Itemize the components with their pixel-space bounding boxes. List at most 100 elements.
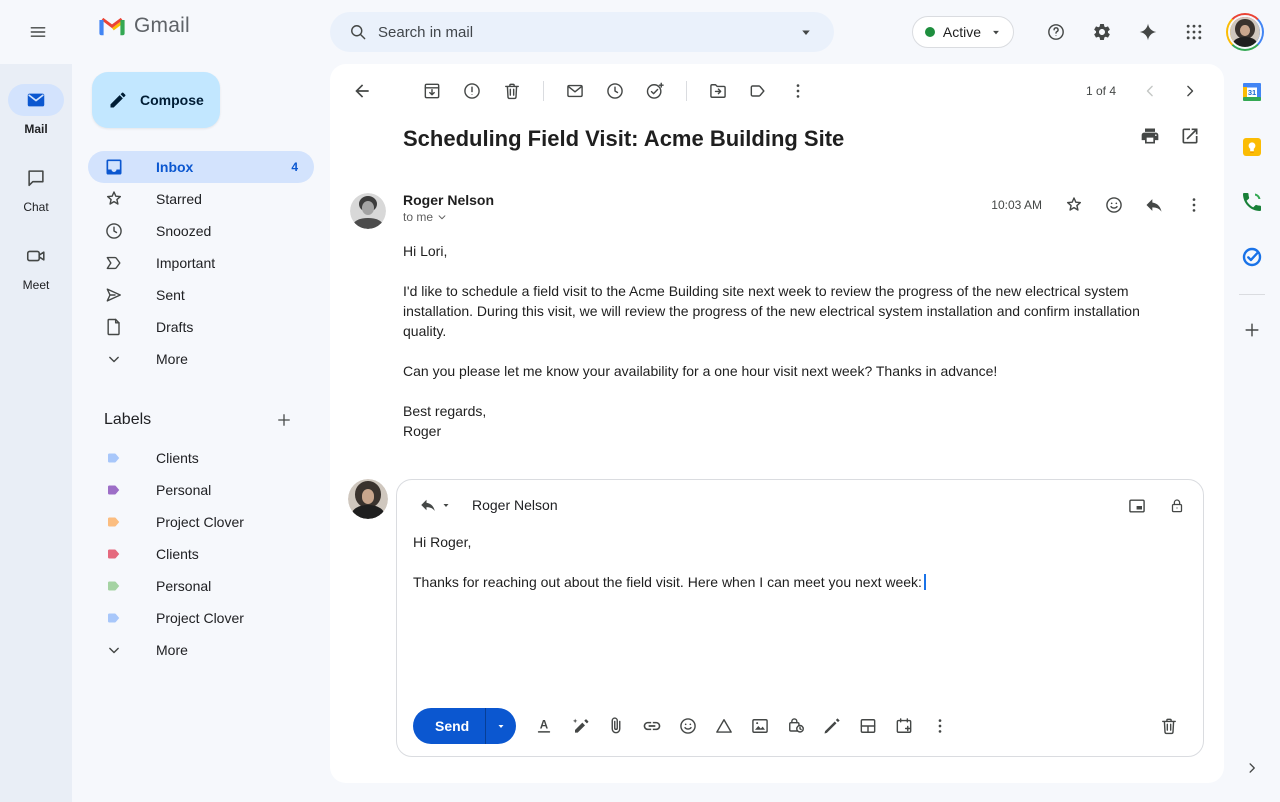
meet-rail-pill[interactable]: [8, 240, 64, 272]
star-button[interactable]: [1054, 189, 1094, 221]
sidebar-item-drafts[interactable]: Drafts: [88, 311, 314, 343]
label-item[interactable]: Project Clover: [88, 506, 314, 538]
important-marker-icon: [104, 253, 124, 273]
body-greeting: Hi Lori,: [403, 241, 1163, 261]
labels-button[interactable]: [738, 75, 778, 107]
set-up-time-button[interactable]: [886, 708, 922, 744]
rail-item-mail[interactable]: Mail: [8, 84, 64, 136]
print-button[interactable]: [1130, 120, 1170, 152]
sidebar-item-starred[interactable]: Starred: [88, 183, 314, 215]
sidebar: Compose Inbox 4 Starred Snoozed Importan…: [72, 64, 330, 802]
confidential-mode-button[interactable]: [778, 708, 814, 744]
rail-item-meet[interactable]: Meet: [8, 240, 64, 292]
sidebar-item-inbox[interactable]: Inbox 4: [88, 151, 314, 183]
reply-button[interactable]: [1134, 189, 1174, 221]
top-bar: Gmail Active: [0, 0, 1280, 64]
insert-photo-button[interactable]: [742, 708, 778, 744]
reply-composer[interactable]: Roger Nelson Hi Roger, Thanks for reachi…: [396, 479, 1204, 757]
star-icon: [104, 189, 124, 209]
label-item[interactable]: Personal: [88, 570, 314, 602]
insert-from-drive-button[interactable]: [706, 708, 742, 744]
formatting-options-button[interactable]: A: [526, 708, 562, 744]
keep-panel-button[interactable]: [1232, 127, 1272, 167]
sidebar-item-more[interactable]: More: [88, 343, 314, 375]
send-button[interactable]: Send: [413, 708, 516, 744]
attach-file-button[interactable]: [598, 708, 634, 744]
message-more-button[interactable]: [1174, 189, 1214, 221]
snooze-button[interactable]: [595, 75, 635, 107]
labels-more[interactable]: More: [88, 634, 314, 666]
more-options-button[interactable]: [778, 75, 818, 107]
newer-button[interactable]: [1130, 75, 1170, 107]
rail-item-chat[interactable]: Chat: [8, 162, 64, 214]
account-avatar[interactable]: [1226, 13, 1264, 51]
tasks-panel-button[interactable]: [1232, 237, 1272, 277]
calendar-panel-button[interactable]: 31: [1232, 72, 1272, 112]
emoji-reaction-button[interactable]: [1094, 189, 1134, 221]
discard-draft-button[interactable]: [1151, 708, 1187, 744]
pagination-label: 1 of 4: [1086, 84, 1116, 98]
envelope-icon: [565, 81, 585, 101]
search-options-button[interactable]: [786, 12, 826, 52]
sidebar-item-sent[interactable]: Sent: [88, 279, 314, 311]
hamburger-icon: [28, 22, 48, 42]
voice-panel-button[interactable]: [1232, 182, 1272, 222]
svg-text:31: 31: [1248, 88, 1256, 97]
recipient-details-toggle[interactable]: to me: [403, 210, 494, 224]
older-button[interactable]: [1170, 75, 1210, 107]
label-item[interactable]: Personal: [88, 474, 314, 506]
sidebar-item-important[interactable]: Important: [88, 247, 314, 279]
reply-author-avatar: [348, 479, 388, 519]
chevron-down-icon: [435, 210, 449, 224]
insert-emoji-button[interactable]: [670, 708, 706, 744]
archive-button[interactable]: [412, 75, 452, 107]
reply-greeting: Hi Roger,: [413, 532, 1187, 552]
label-name: More: [156, 642, 298, 658]
search-bar[interactable]: [330, 12, 834, 52]
insert-link-button[interactable]: [634, 708, 670, 744]
label-item[interactable]: Clients: [88, 442, 314, 474]
add-to-tasks-button[interactable]: [635, 75, 675, 107]
sender-avatar[interactable]: [350, 193, 386, 229]
google-keep-icon: [1240, 135, 1264, 159]
email-subject: Scheduling Field Visit: Acme Building Si…: [403, 126, 844, 152]
help-me-write-button[interactable]: [562, 708, 598, 744]
sidebar-item-snoozed[interactable]: Snoozed: [88, 215, 314, 247]
collapse-panel-button[interactable]: [1232, 748, 1272, 788]
label-tag-icon: [748, 81, 768, 101]
reply-text-area[interactable]: Hi Roger, Thanks for reaching out about …: [413, 532, 1187, 592]
back-button[interactable]: [342, 75, 382, 107]
settings-button[interactable]: [1082, 12, 1122, 52]
report-spam-button[interactable]: [452, 75, 492, 107]
chat-rail-pill[interactable]: [8, 162, 64, 194]
move-to-button[interactable]: [698, 75, 738, 107]
sidebar-item-label: Drafts: [156, 319, 298, 335]
reply-type-selector[interactable]: [411, 490, 460, 520]
search-button[interactable]: [338, 12, 378, 52]
label-item[interactable]: Clients: [88, 538, 314, 570]
search-input[interactable]: [378, 24, 786, 41]
mark-unread-button[interactable]: [555, 75, 595, 107]
open-in-new-button[interactable]: [1170, 120, 1210, 152]
confidential-lock-button[interactable]: [1161, 490, 1193, 522]
body-paragraph: Can you please let me know your availabi…: [403, 361, 1163, 381]
mail-rail-pill[interactable]: [8, 84, 64, 116]
chevron-down-icon: [989, 25, 1003, 39]
compose-button[interactable]: Compose: [92, 72, 220, 128]
send-options-button[interactable]: [486, 708, 516, 744]
create-label-button[interactable]: [268, 404, 300, 436]
composer-more-button[interactable]: [922, 708, 958, 744]
label-item[interactable]: Project Clover: [88, 602, 314, 634]
status-selector[interactable]: Active: [912, 16, 1014, 48]
help-button[interactable]: [1036, 12, 1076, 52]
layouts-button[interactable]: [850, 708, 886, 744]
main-menu-button[interactable]: [14, 8, 62, 56]
delete-button[interactable]: [492, 75, 532, 107]
insert-signature-button[interactable]: [814, 708, 850, 744]
gmail-logo[interactable]: Gmail: [98, 14, 190, 38]
send-label[interactable]: Send: [413, 708, 485, 744]
get-addons-button[interactable]: [1232, 310, 1272, 350]
google-apps-button[interactable]: [1174, 12, 1214, 52]
gemini-button[interactable]: [1128, 12, 1168, 52]
popout-reply-button[interactable]: [1121, 490, 1153, 522]
